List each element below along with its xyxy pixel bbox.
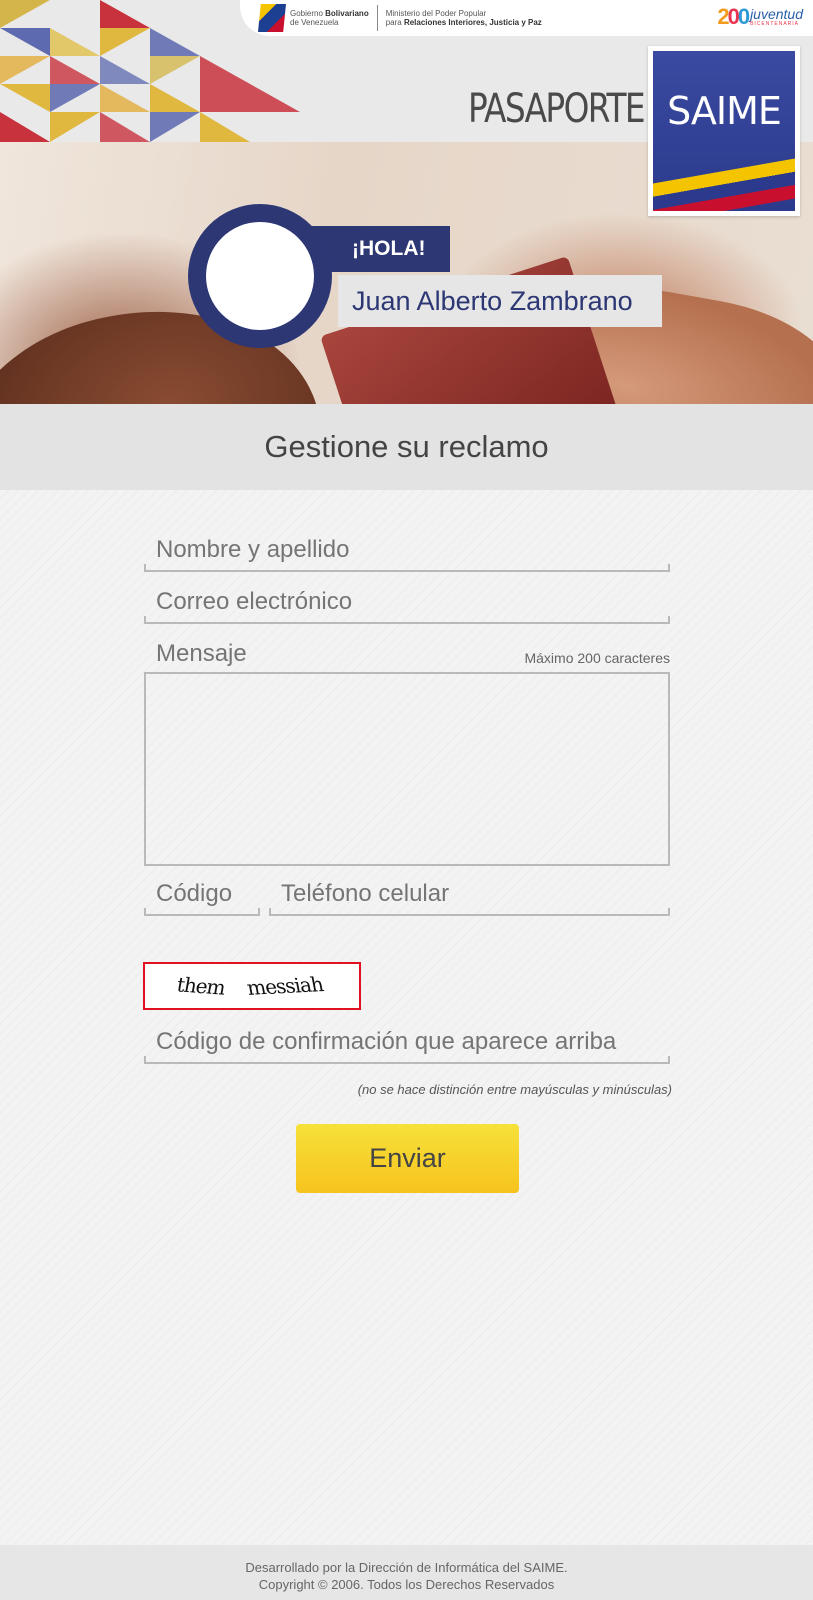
name-field[interactable]: Nombre y apellido [144,530,670,572]
captcha-image: them messiah [143,962,361,1010]
pasaporte-title: PASAPORTE [468,86,646,132]
case-insensitive-note: (no se hace distinción entre mayúsculas … [357,1082,672,1097]
message-textarea[interactable] [144,672,670,866]
header-banner: Gobierno Bolivariano de Venezuela Minist… [0,0,813,404]
logo-divider [376,5,378,31]
ministry-name: Ministerio del Poder Popular para Relaci… [385,9,542,27]
message-max-chars: Máximo 200 caracteres [524,650,670,666]
message-label: Mensaje [156,640,247,667]
area-code-placeholder: Código [156,880,233,907]
government-logo: Gobierno Bolivariano de Venezuela Minist… [258,4,542,32]
user-name: Juan Alberto Zambrano [338,275,662,327]
captcha-word-1: them [174,972,227,1000]
avatar-placeholder-icon [206,222,314,330]
saime-logo-icon: SAIME [648,46,800,216]
form-background [0,490,813,1545]
phone-field[interactable]: Teléfono celular [269,874,670,916]
page-title-band: Gestione su reclamo [0,404,813,490]
area-code-field[interactable]: Código [144,874,260,916]
venezuela-flag-icon [258,4,286,32]
juventud-logo-icon: 200 juventud BICENTENARIA [717,4,803,29]
footer-credit: Desarrollado por la Dirección de Informá… [245,1560,568,1575]
email-field-placeholder: Correo electrónico [156,588,353,615]
footer: Desarrollado por la Dirección de Informá… [0,1545,813,1600]
page-title: Gestione su reclamo [264,429,549,464]
captcha-input-placeholder: Código de confirmación que aparece arrib… [156,1028,617,1055]
submit-button[interactable]: Enviar [296,1124,519,1193]
footer-copyright: Copyright © 2006. Todos los Derechos Res… [258,1577,555,1592]
flag-ribbon [653,158,795,211]
email-field[interactable]: Correo electrónico [144,582,670,624]
phone-field-placeholder: Teléfono celular [281,880,450,907]
name-field-placeholder: Nombre y apellido [156,536,350,563]
avatar [188,204,332,348]
captcha-word-2: messiah [244,972,325,1000]
captcha-input[interactable]: Código de confirmación que aparece arrib… [144,1022,670,1064]
